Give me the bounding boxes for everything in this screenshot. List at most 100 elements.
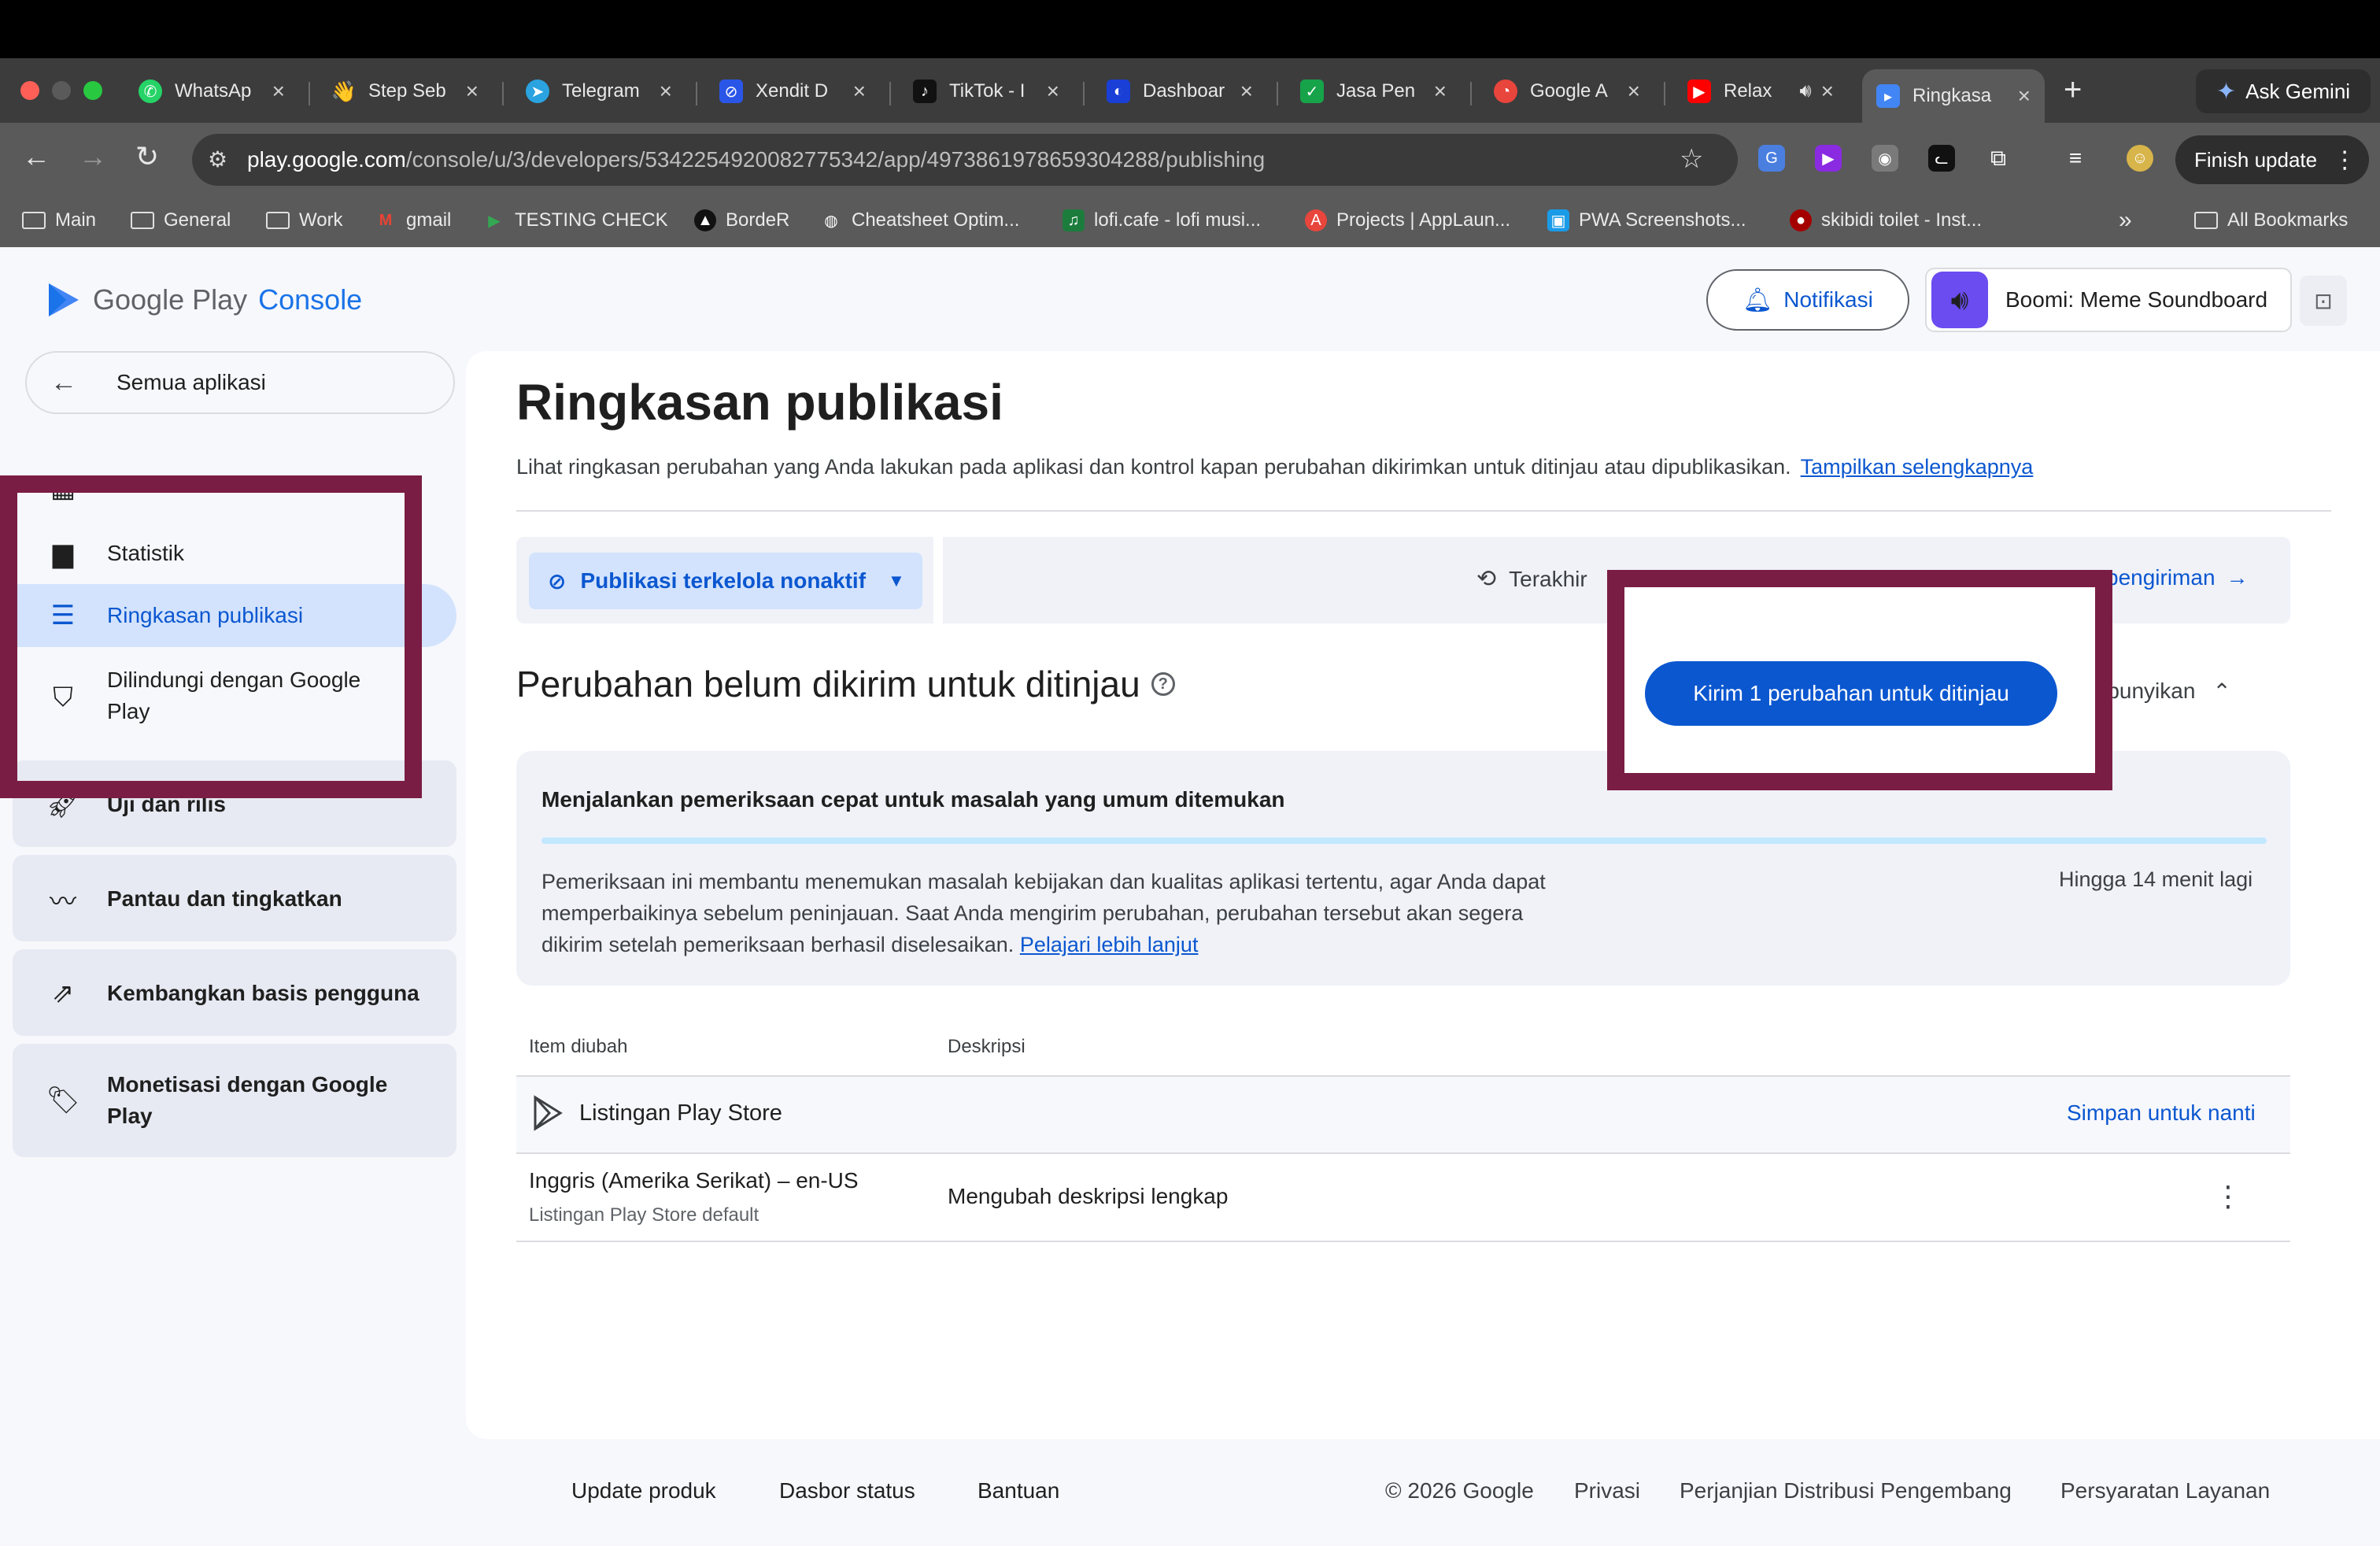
browser-tab[interactable]: ✓ Jasa Pen × <box>1286 69 1461 113</box>
bookmark-item[interactable]: ▣ PWA Screenshots... <box>1547 206 1746 235</box>
bookmark-item[interactable]: A Projects | AppLaun... <box>1305 206 1510 235</box>
translate-extension-icon[interactable]: G <box>1758 145 1785 172</box>
browser-tab[interactable]: ◔ Google A × <box>1480 69 1654 113</box>
close-tab-icon[interactable]: × <box>272 79 285 104</box>
zoom-window-button[interactable] <box>83 81 102 100</box>
footer-link-help[interactable]: Bantuan <box>978 1478 1059 1503</box>
speaker-icon[interactable]: 🔊︎ <box>1800 80 1812 102</box>
managed-publishing-dropdown[interactable]: ⊘ Publikasi terkelola nonaktif ▼ <box>529 553 922 609</box>
wave-hand-icon: 👋 <box>331 79 357 103</box>
footer-copyright: © 2026 Google <box>1385 1478 1534 1503</box>
bookmark-star-icon[interactable]: ☆ <box>1680 143 1703 175</box>
address-bar[interactable]: play.google.com/console/u/3/developers/5… <box>192 134 1738 186</box>
last-sent-info: ⟲ Terakhir <box>1476 566 1587 592</box>
close-window-button[interactable] <box>20 81 39 100</box>
close-tab-icon[interactable]: × <box>1240 79 1253 104</box>
play-console-icon: ▸ <box>1876 84 1900 108</box>
send-for-review-button[interactable]: Kirim 1 perubahan untuk ditinjau <box>1645 661 2057 726</box>
footer-link-status-dashboard[interactable]: Dasbor status <box>779 1478 915 1503</box>
ask-gemini-button[interactable]: ✦ Ask Gemini <box>2196 69 2371 113</box>
browser-tab[interactable]: ➤ Telegram × <box>512 69 686 113</box>
account-icon[interactable]: ⊡ <box>2300 276 2347 326</box>
play-console-logo[interactable]: Google Play Console <box>46 280 362 320</box>
browser-tab[interactable]: ✆ WhatsAp × <box>124 69 299 113</box>
arrow-forward-icon: → <box>2226 565 2249 590</box>
all-bookmarks-button[interactable]: All Bookmarks <box>2194 206 2348 235</box>
reload-icon[interactable]: ↻ <box>135 140 159 173</box>
browser-tab[interactable]: ◐ Dashboar × <box>1092 69 1267 113</box>
browser-tab-active[interactable]: ▸ Ringkasa × <box>1862 69 2045 123</box>
bell-icon: 🔔︎ <box>1743 287 1773 313</box>
reading-list-icon[interactable]: ≡ <box>2062 145 2089 172</box>
footer-link-privacy[interactable]: Privasi <box>1574 1478 1640 1503</box>
footer-link-product-updates[interactable]: Update produk <box>571 1478 716 1503</box>
bookmark-item[interactable]: ▶ TESTING CHECK <box>483 206 667 235</box>
minimize-window-button[interactable] <box>52 81 71 100</box>
bookmark-item[interactable]: ◍ Cheatsheet Optim... <box>820 206 1019 235</box>
sidebar-group-grow-row[interactable]: ⇗ Kembangkan basis pengguna <box>0 976 456 1011</box>
gemini-sparkle-icon: ✦ <box>2216 78 2237 105</box>
bookmarks-overflow-button[interactable]: » <box>2119 206 2132 235</box>
play-store-listing-icon <box>534 1095 563 1131</box>
extensions-puzzle-icon[interactable]: ⧉ <box>1985 145 2012 172</box>
bookmark-item[interactable]: ♫ lofi.cafe - lofi musi... <box>1062 206 1261 235</box>
dashboard-icon: ◐ <box>1107 80 1130 103</box>
more-vert-icon[interactable]: ⋮ <box>2214 1178 2242 1215</box>
browser-tab[interactable]: 👋 Step Seb × <box>318 69 493 113</box>
back-arrow-icon[interactable]: ← <box>22 140 50 173</box>
bookmark-item[interactable]: Work <box>266 206 343 235</box>
browser-tab[interactable]: ♪ TikTok - I × <box>899 69 1074 113</box>
camera-extension-icon[interactable]: ◉ <box>1872 145 1898 172</box>
bookmark-item[interactable]: General <box>131 206 231 235</box>
save-for-later-button[interactable]: Simpan untuk nanti <box>2067 1100 2256 1126</box>
bookmark-item[interactable]: ● skibidi toilet - Inst... <box>1790 206 1982 235</box>
folder-icon <box>22 212 46 229</box>
notifications-button[interactable]: 🔔︎ Notifikasi <box>1706 269 1909 331</box>
footer-link-distribution-agreement[interactable]: Perjanjian Distribusi Pengembang <box>1680 1478 2012 1503</box>
section-title: Perubahan belum dikirim untuk ditinjau ? <box>516 663 1175 705</box>
history-icon: ⟲ <box>1476 566 1497 592</box>
sidebar-group-monitor-row[interactable]: 〰 Pantau dan tingkatkan <box>0 882 456 917</box>
bookmark-item[interactable]: Mgmail <box>375 206 452 235</box>
bookmark-item[interactable]: ▲ BordeR <box>694 206 789 235</box>
sidebar-group-monetize-row[interactable]: 🏷︎ Monetisasi dengan Google Play <box>0 1066 456 1137</box>
close-tab-icon[interactable]: × <box>1047 79 1059 104</box>
help-icon[interactable]: ? <box>1151 672 1175 696</box>
column-header-item: Item diubah <box>529 1036 628 1057</box>
growth-icon: ⇗ <box>51 978 75 1008</box>
browser-tab[interactable]: ⊘ Xendit D × <box>705 69 880 113</box>
dropdown-arrow-icon: ▼ <box>888 571 905 590</box>
close-tab-icon[interactable]: × <box>660 79 672 104</box>
app-icon: 🔊︎ <box>1931 272 1988 328</box>
table-row-title: Inggris (Amerika Serikat) – en-US <box>529 1168 859 1193</box>
cat-extension-icon[interactable]: ᓚ <box>1928 145 1955 172</box>
tag-icon: 🏷︎ <box>46 1086 80 1115</box>
close-tab-icon[interactable]: × <box>1821 79 1834 104</box>
site-settings-icon[interactable]: ⚙︎ <box>208 146 233 172</box>
close-tab-icon[interactable]: × <box>1434 79 1447 104</box>
close-tab-icon[interactable]: × <box>2018 83 2031 109</box>
submission-history-link[interactable]: pengiriman → <box>2106 565 2249 590</box>
close-tab-icon[interactable]: × <box>853 79 866 104</box>
gmail-icon: M <box>379 211 393 229</box>
profile-avatar[interactable]: ☺ <box>2127 145 2153 172</box>
forward-arrow-icon[interactable]: → <box>79 140 107 173</box>
show-more-link[interactable]: Tampilkan selengkapnya <box>1801 455 2034 479</box>
telegram-icon: ➤ <box>526 80 549 103</box>
triangle-logo-icon: ▲ <box>694 209 716 231</box>
folder-icon <box>266 212 290 229</box>
folder-icon <box>2194 212 2218 229</box>
learn-more-link[interactable]: Pelajari lebih lanjut <box>1020 933 1199 956</box>
all-apps-button[interactable]: ← Semua aplikasi <box>25 351 455 414</box>
bookmark-item[interactable]: Main <box>22 206 96 235</box>
video-extension-icon[interactable]: ▶ <box>1815 145 1842 172</box>
finish-update-button[interactable]: Finish update ⋮ <box>2175 135 2369 184</box>
browser-tab[interactable]: ▶ Relax 🔊︎ × <box>1673 69 1848 113</box>
divider <box>516 510 2331 512</box>
new-tab-button[interactable]: + <box>2064 72 2082 108</box>
app-selector[interactable]: 🔊︎ Boomi: Meme Soundboard <box>1925 268 2292 332</box>
close-tab-icon[interactable]: × <box>466 79 479 104</box>
close-tab-icon[interactable]: × <box>1628 79 1640 104</box>
xendit-icon: ⊘ <box>719 80 743 103</box>
footer-link-terms[interactable]: Persyaratan Layanan <box>2060 1478 2270 1503</box>
